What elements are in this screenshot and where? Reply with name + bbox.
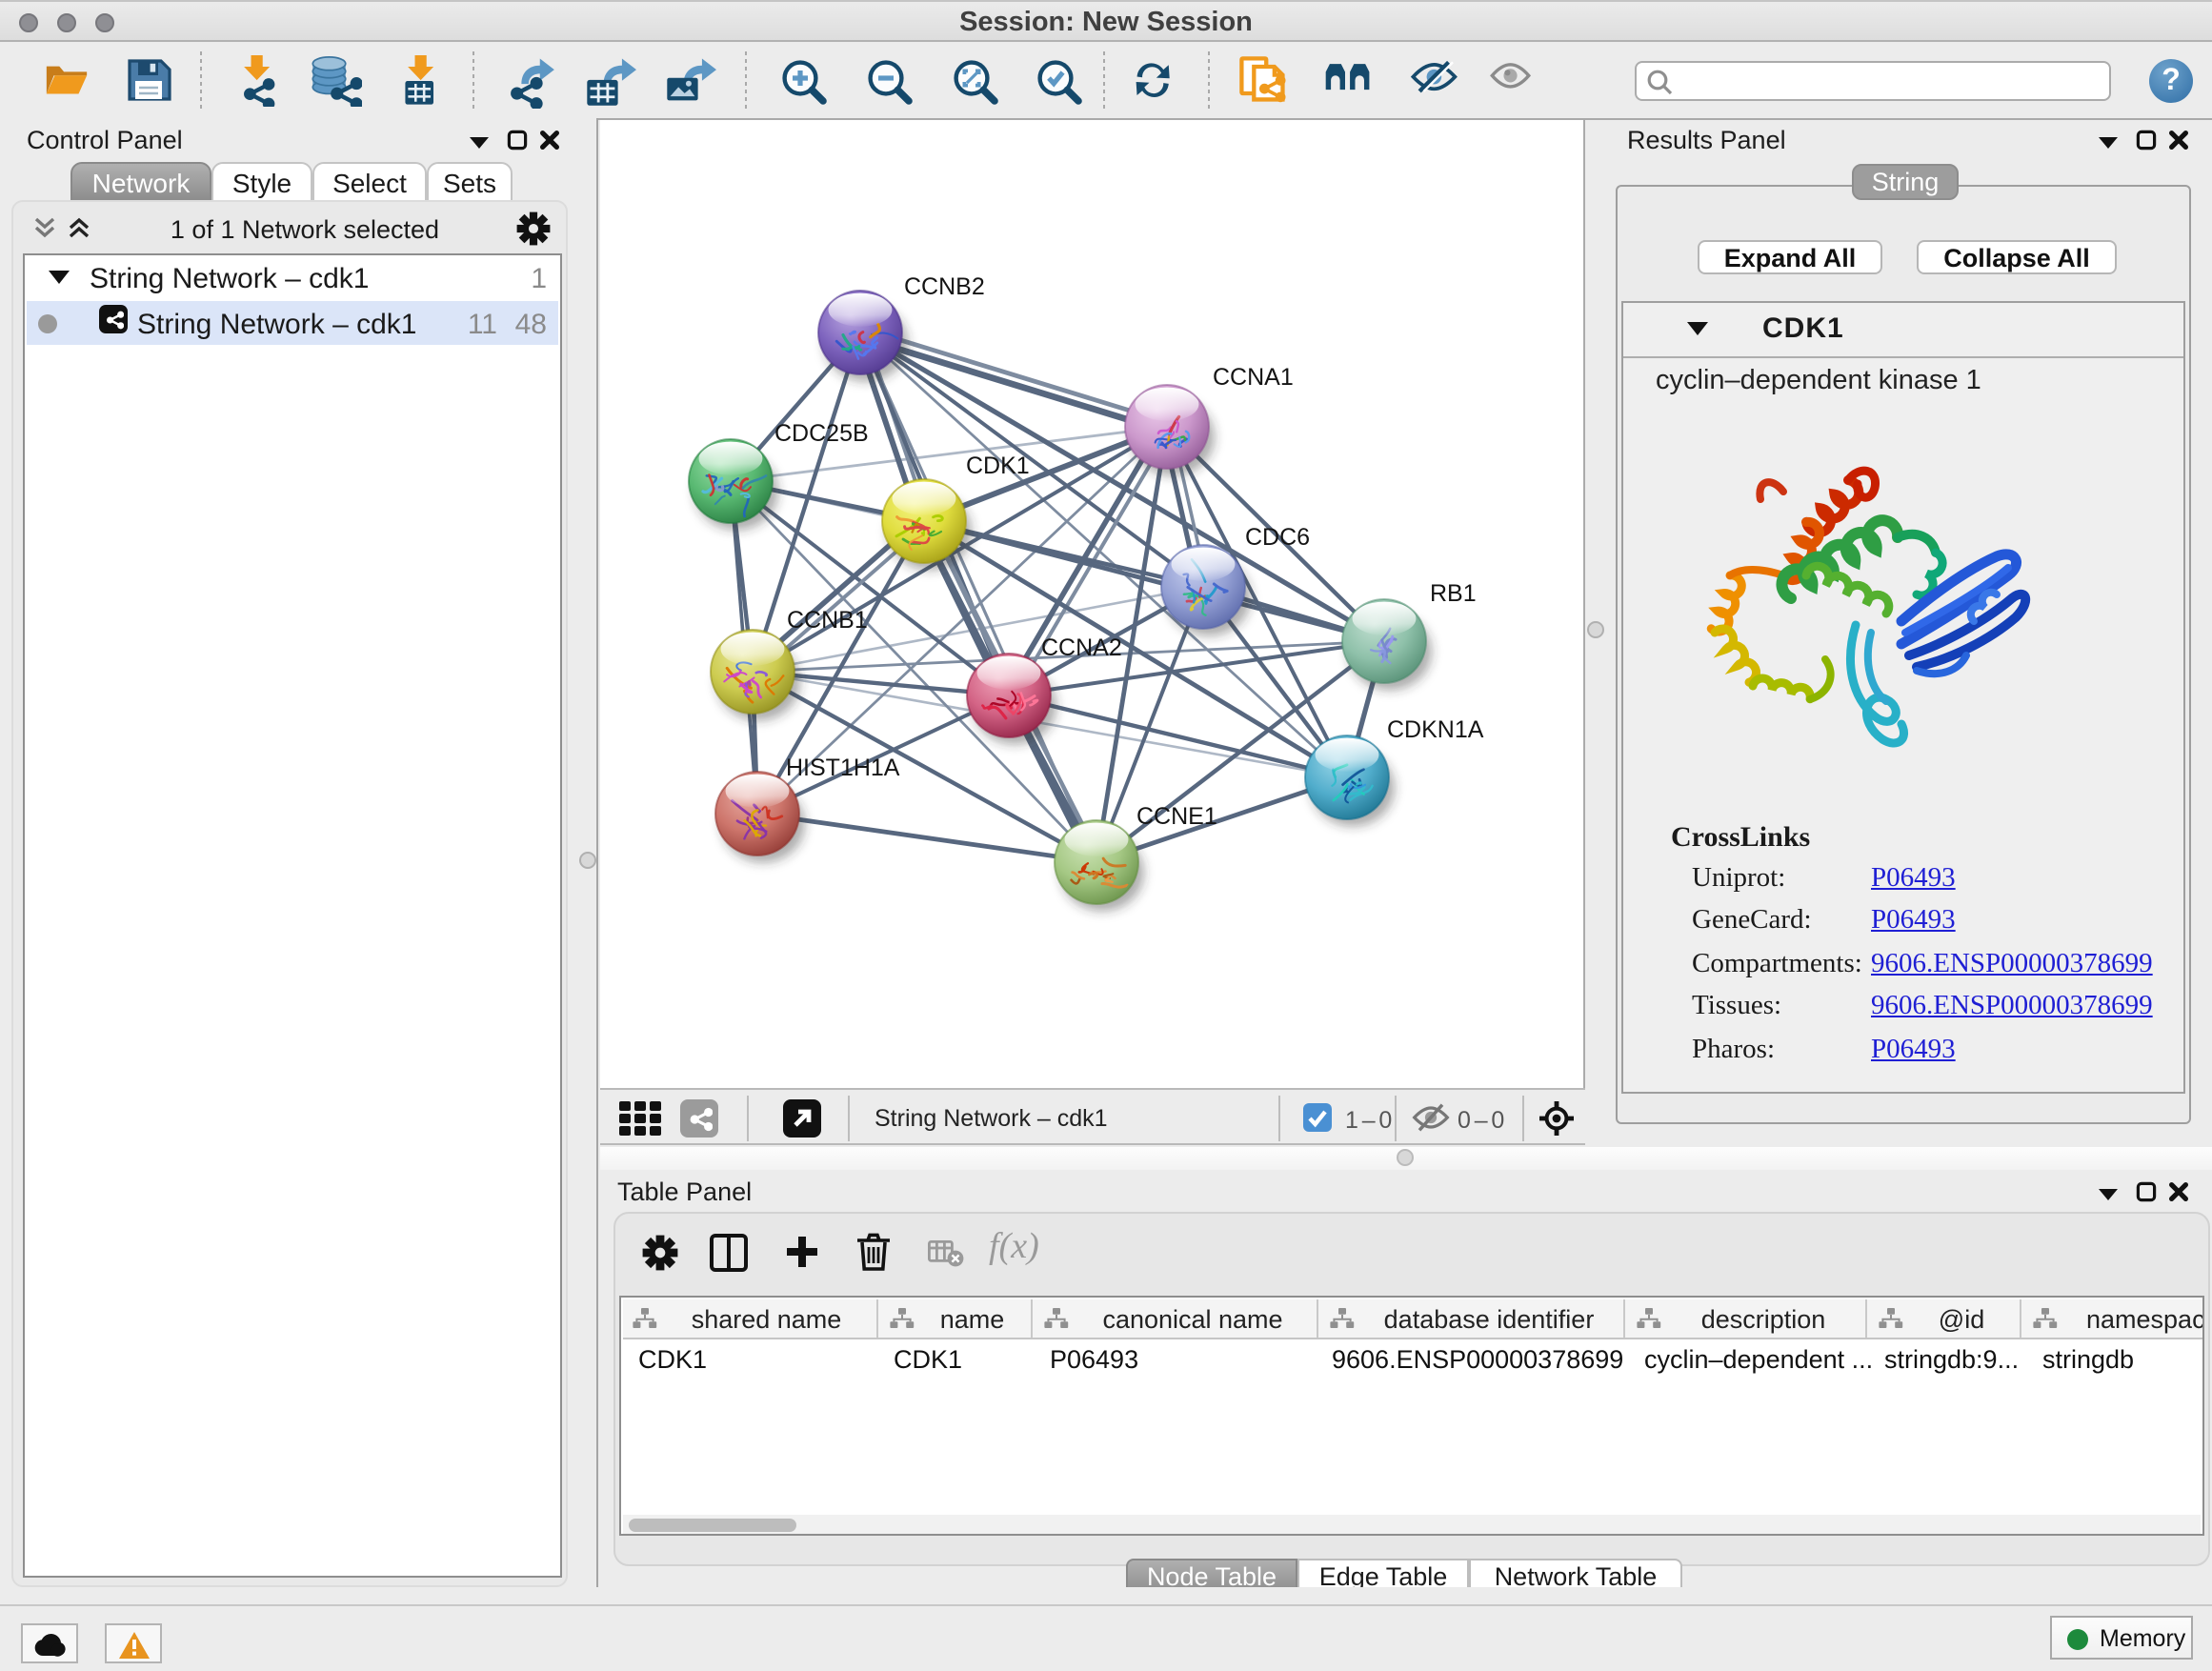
- svg-text:CCNA1: CCNA1: [1213, 364, 1294, 391]
- svg-text:CCNB2: CCNB2: [904, 273, 985, 300]
- svg-text:HIST1H1A: HIST1H1A: [786, 755, 900, 781]
- svg-text:CCNB1: CCNB1: [787, 607, 868, 634]
- svg-text:CDC25B: CDC25B: [774, 420, 869, 447]
- svg-text:CCNA2: CCNA2: [1041, 634, 1122, 661]
- svg-text:CDKN1A: CDKN1A: [1387, 716, 1484, 743]
- svg-text:CDK1: CDK1: [966, 453, 1030, 479]
- svg-text:CDC6: CDC6: [1245, 524, 1310, 551]
- svg-text:RB1: RB1: [1430, 580, 1477, 607]
- svg-text:CCNE1: CCNE1: [1136, 803, 1217, 830]
